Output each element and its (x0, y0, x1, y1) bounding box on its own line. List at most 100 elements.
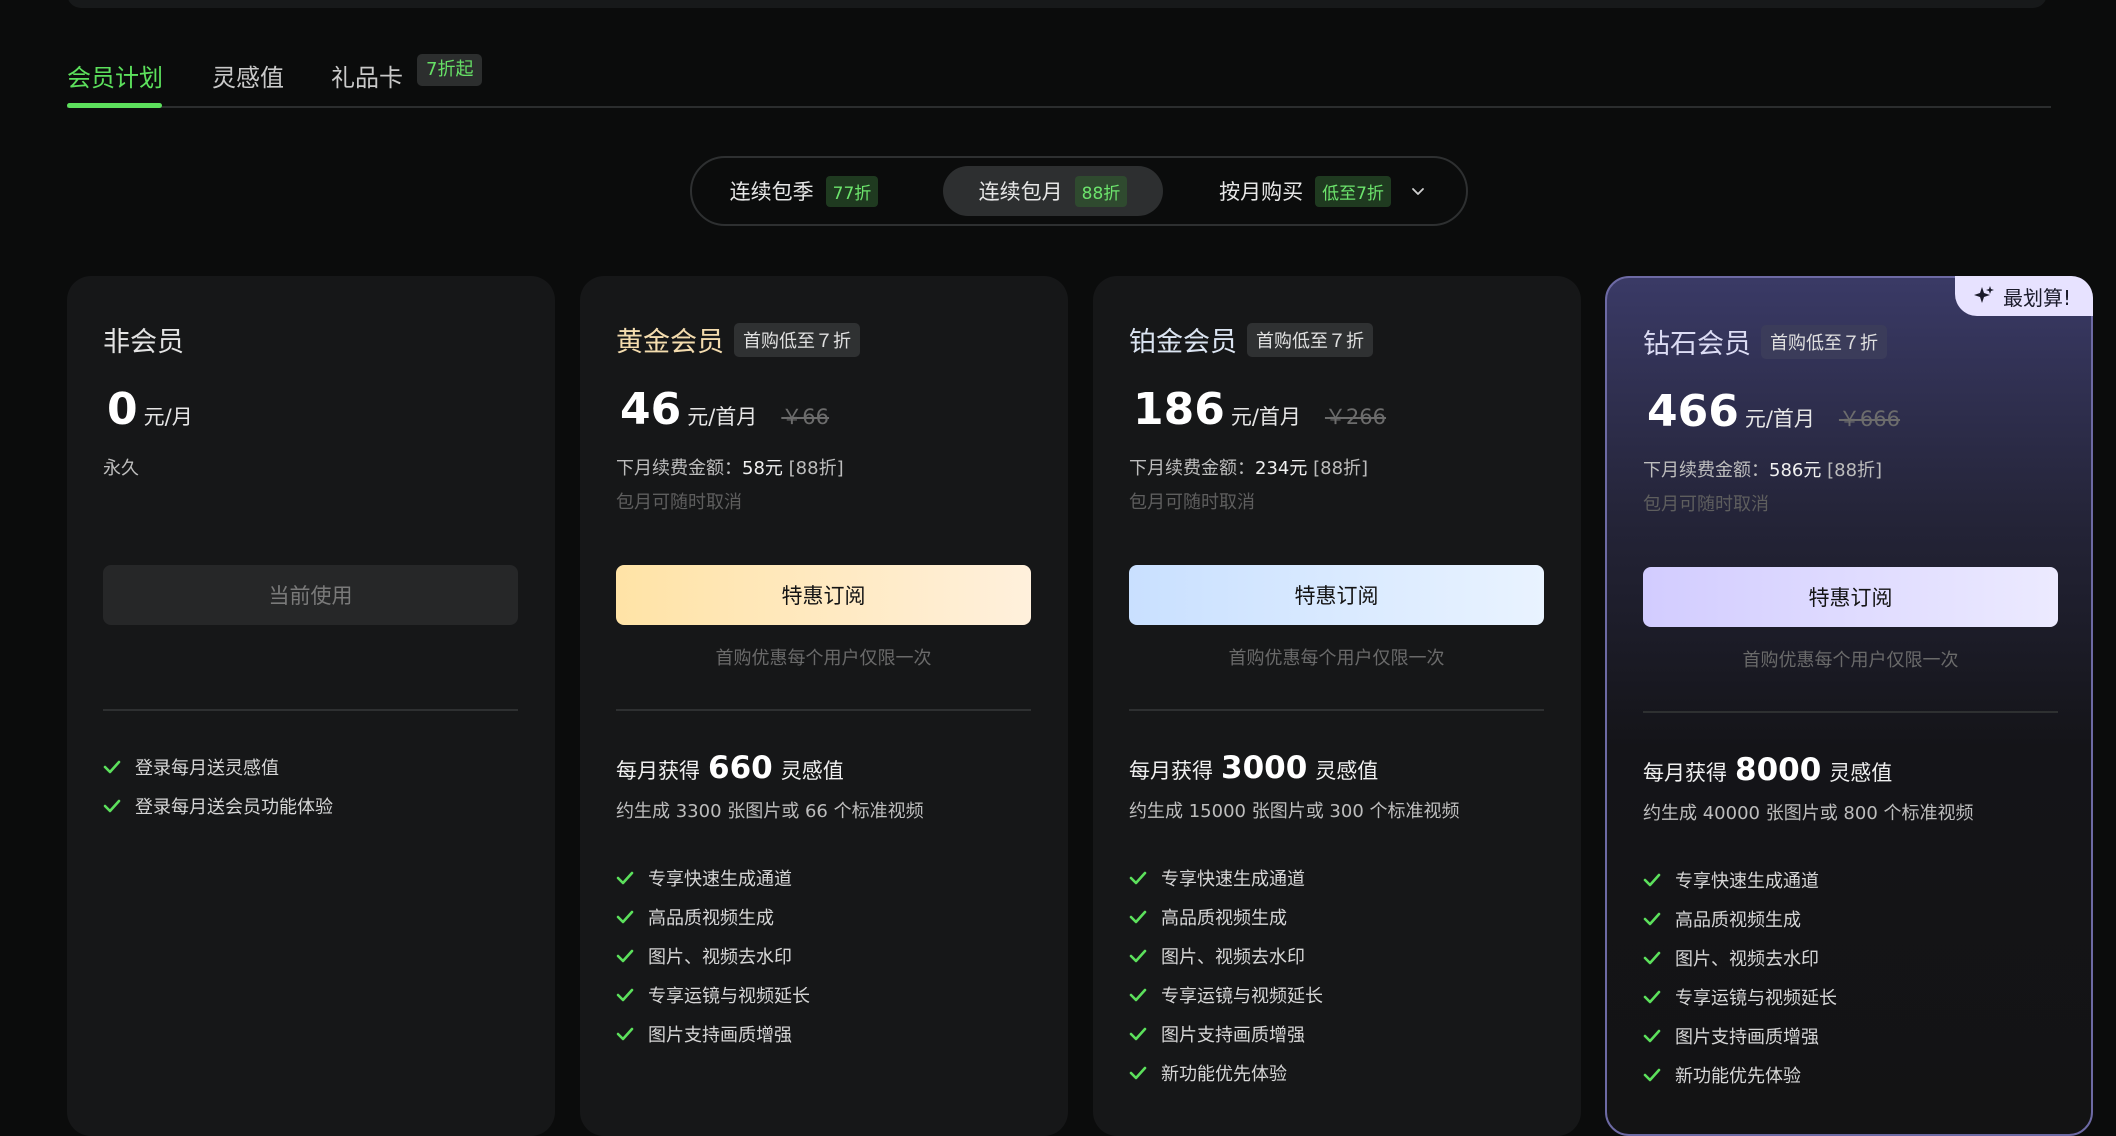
tab-label: 礼品卡 (331, 64, 403, 92)
plan-name: 非会员 (103, 327, 184, 358)
plan-title-row: 铂金会员 首购低至７折 (1129, 320, 1373, 359)
renewal-info: 下月续费金额：58元 [88折] (616, 454, 844, 480)
feature-label: 高品质视频生成 (1675, 909, 1801, 931)
feature-label: 图片支持画质增强 (1675, 1026, 1819, 1048)
renewal-info: 下月续费金额：234元 [88折] (1129, 454, 1368, 480)
plan-card-free: 非会员 0 元/月 永久 当前使用 登录每月送灵感值 登录每月送会员功能体验 (67, 276, 555, 1136)
tab-label: 会员计划 (67, 64, 163, 92)
renewal-label: 下月续费金额： (616, 458, 742, 479)
check-icon (1129, 1027, 1147, 1040)
feature-label: 专享运镜与视频延长 (1161, 985, 1323, 1007)
check-icon (1643, 912, 1661, 925)
plan-tabs: 会员计划 灵感值 礼品卡 7折起 (67, 54, 2051, 108)
credits-suffix: 灵感值 (1315, 759, 1379, 783)
active-tab-indicator (67, 103, 162, 108)
tab-inspiration-credits[interactable]: 灵感值 (212, 58, 284, 106)
plan-card-diamond: 最划算! 钻石会员 首购低至７折 466 元/首月 ￥666 下月续费金额：58… (1605, 276, 2093, 1136)
credits-amount: 660 (708, 750, 773, 786)
check-icon (103, 799, 121, 812)
divider (1643, 711, 2058, 713)
price-unit: 元/首月 (1230, 405, 1301, 429)
feature-label: 高品质视频生成 (648, 907, 774, 929)
feature-label: 高品质视频生成 (1161, 907, 1287, 929)
check-icon (616, 988, 634, 1001)
check-icon (616, 1027, 634, 1040)
cancel-note: 包月可随时取消 (616, 492, 742, 513)
subscribe-button[interactable]: 特惠订阅 (1643, 567, 2058, 627)
feature-item: 图片、视频去水印 (616, 936, 810, 975)
billing-option-monthly[interactable]: 连续包月 88折 (943, 166, 1163, 216)
check-icon (1129, 910, 1147, 923)
feature-label: 专享运镜与视频延长 (648, 985, 810, 1007)
original-price: ￥666 (1838, 407, 1901, 431)
tab-label: 灵感值 (212, 64, 284, 92)
feature-label: 图片支持画质增强 (1161, 1024, 1305, 1046)
top-panel-edge (67, 0, 2047, 8)
current-plan-button[interactable]: 当前使用 (103, 565, 518, 625)
billing-option-per-month-dropdown[interactable]: 按月购买 低至7折 (1202, 166, 1442, 216)
offer-note: 首购优惠每个用户仅限一次 (1228, 648, 1445, 669)
renewal-label: 下月续费金额： (1129, 458, 1255, 479)
first-purchase-tag: 首购低至７折 (1761, 324, 1887, 359)
plan-card-gold: 黄金会员 首购低至７折 46 元/首月 ￥66 下月续费金额：58元 [88折]… (580, 276, 1068, 1136)
billing-label: 按月购买 (1219, 180, 1304, 204)
check-icon (1643, 990, 1661, 1003)
check-icon (616, 949, 634, 962)
feature-label: 图片、视频去水印 (1675, 948, 1819, 970)
feature-label: 图片支持画质增强 (648, 1024, 792, 1046)
credits-suffix: 灵感值 (1829, 761, 1893, 785)
credits-prefix: 每月获得 (1643, 761, 1727, 785)
original-price: ￥266 (1324, 405, 1387, 429)
billing-cycle-selector: 连续包季 77折 连续包月 88折 按月购买 低至7折 (690, 156, 1468, 226)
divider (1129, 709, 1544, 711)
feature-item: 登录每月送灵感值 (103, 747, 333, 786)
monthly-credits: 每月获得 8000 灵感值 (1643, 752, 1892, 788)
renewal-amount: 58元 (742, 458, 783, 479)
subscribe-button[interactable]: 特惠订阅 (616, 565, 1031, 625)
monthly-credits: 每月获得 660 灵感值 (616, 750, 844, 786)
credits-suffix: 灵感值 (780, 759, 844, 783)
plan-name: 黄金会员 (616, 327, 724, 358)
offer-note: 首购优惠每个用户仅限一次 (1742, 650, 1959, 671)
tab-gift-card[interactable]: 礼品卡 7折起 (331, 54, 483, 106)
best-value-ribbon: 最划算! (1954, 276, 2093, 316)
credits-prefix: 每月获得 (616, 759, 700, 783)
feature-item: 专享运镜与视频延长 (1643, 977, 1837, 1016)
billing-label: 连续包季 (729, 180, 814, 204)
price-row: 186 元/首月 ￥266 (1133, 384, 1386, 435)
price-row: 46 元/首月 ￥66 (620, 384, 829, 435)
price: 466 (1647, 386, 1739, 437)
feature-label: 专享快速生成通道 (1675, 870, 1819, 892)
plan-title-row: 钻石会员 首购低至７折 (1643, 322, 1887, 361)
plan-card-platinum: 铂金会员 首购低至７折 186 元/首月 ￥266 下月续费金额：234元 [8… (1093, 276, 1581, 1136)
feature-list: 专享快速生成通道 高品质视频生成 图片、视频去水印 专享运镜与视频延长 图片支持… (616, 858, 810, 1053)
feature-list: 专享快速生成通道 高品质视频生成 图片、视频去水印 专享运镜与视频延长 图片支持… (1129, 858, 1323, 1092)
divider (103, 709, 518, 711)
monthly-credits: 每月获得 3000 灵感值 (1129, 750, 1378, 786)
billing-badge: 低至7折 (1315, 175, 1391, 207)
validity: 永久 (103, 458, 139, 479)
tab-membership-plan[interactable]: 会员计划 (67, 58, 163, 108)
subscribe-button[interactable]: 特惠订阅 (1129, 565, 1544, 625)
feature-item: 图片支持画质增强 (1643, 1016, 1837, 1055)
check-icon (616, 910, 634, 923)
feature-item: 高品质视频生成 (616, 897, 810, 936)
feature-item: 高品质视频生成 (1643, 899, 1837, 938)
billing-label: 连续包月 (978, 180, 1063, 204)
check-icon (616, 871, 634, 884)
billing-option-quarterly[interactable]: 连续包季 77折 (712, 166, 896, 216)
feature-item: 图片支持画质增强 (1129, 1014, 1323, 1053)
check-icon (1129, 871, 1147, 884)
check-icon (1129, 1066, 1147, 1079)
check-icon (1643, 1068, 1661, 1081)
feature-list: 登录每月送灵感值 登录每月送会员功能体验 (103, 747, 333, 825)
plan-name: 钻石会员 (1643, 329, 1751, 360)
check-icon (1129, 949, 1147, 962)
feature-label: 登录每月送会员功能体验 (135, 796, 333, 818)
feature-item: 专享运镜与视频延长 (616, 975, 810, 1014)
plan-name: 铂金会员 (1129, 327, 1237, 358)
renewal-discount: [88折] (1827, 460, 1883, 481)
billing-badge: 88折 (1074, 175, 1128, 207)
feature-item: 图片、视频去水印 (1129, 936, 1323, 975)
renewal-discount: [88折] (1313, 458, 1369, 479)
